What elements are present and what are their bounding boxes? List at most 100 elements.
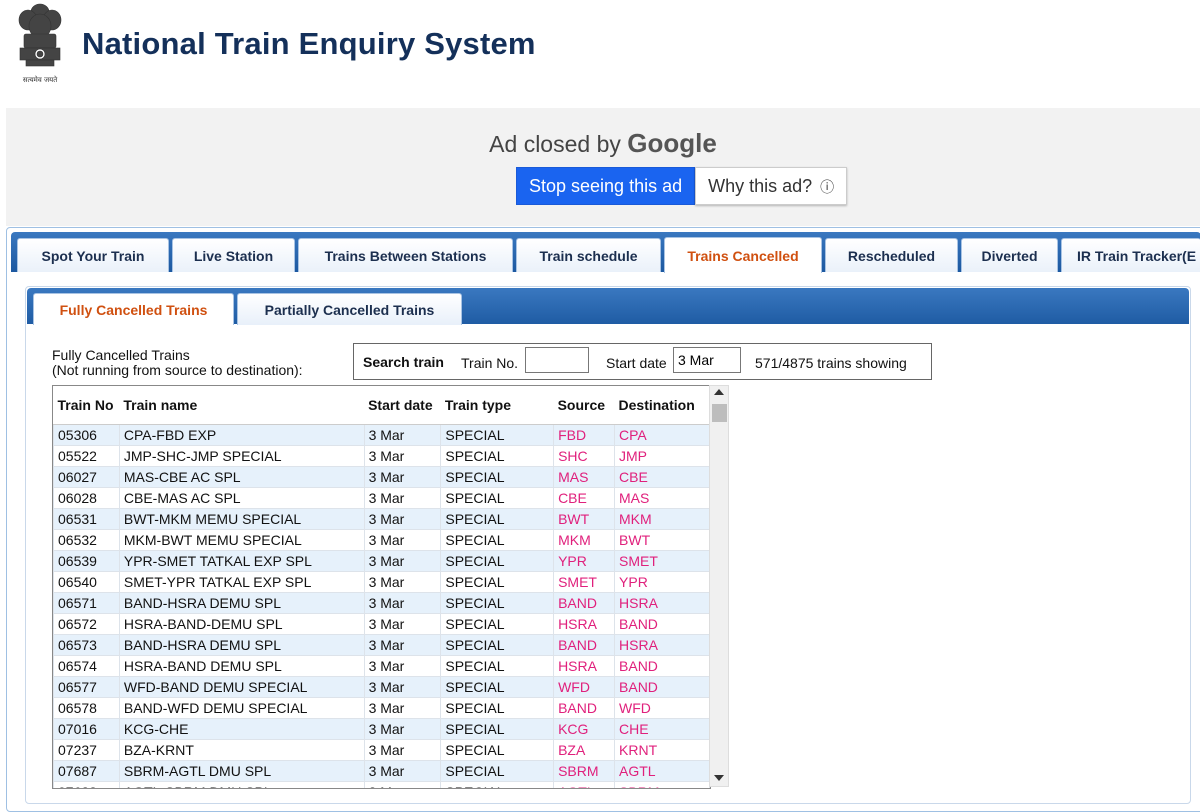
tab-fully-cancelled[interactable]: Fully Cancelled Trains (33, 293, 234, 325)
cell-source: KCG (553, 718, 616, 740)
cell-train-no: 06532 (53, 529, 120, 551)
table-row[interactable]: 06027 MAS-CBE AC SPL 3 Mar SPECIAL MAS CBE (53, 466, 710, 488)
why-this-ad-button[interactable]: Why this ad? ⓘ (695, 167, 848, 205)
stop-seeing-ad-button[interactable]: Stop seeing this ad (516, 167, 696, 205)
cell-start-date: 3 Mar (363, 634, 442, 656)
cell-destination: MKM (614, 508, 710, 530)
cell-train-type: SPECIAL (440, 718, 555, 740)
cell-train-type: SPECIAL (440, 676, 555, 698)
cell-destination: CPA (614, 424, 710, 446)
cell-start-date: 3 Mar (363, 718, 442, 740)
cell-train-type: SPECIAL (440, 760, 555, 782)
cell-source: SHC (553, 445, 616, 467)
table-row[interactable]: 07687 SBRM-AGTL DMU SPL 3 Mar SPECIAL SBRM AG… (53, 760, 710, 782)
cell-train-no: 07237 (53, 739, 120, 761)
cell-train-name: JMP-SHC-JMP SPECIAL (118, 445, 365, 467)
table-row[interactable]: 06573 BAND-HSRA DEMU SPL 3 Mar SPECIAL BAND H… (53, 634, 710, 656)
cell-train-no: 07016 (53, 718, 120, 740)
header-train-no[interactable]: Train No (53, 386, 120, 425)
cell-train-name: CBE-MAS AC SPL (118, 487, 365, 509)
cell-destination: BWT (614, 529, 710, 551)
info-icon: ⓘ (820, 179, 835, 195)
cell-start-date: 3 Mar (363, 592, 442, 614)
cell-train-name: KCG-CHE (118, 718, 365, 740)
cell-train-name: YPR-SMET TATKAL EXP SPL (118, 550, 365, 572)
cell-source: BZA (553, 739, 616, 761)
scroll-up-arrow-icon[interactable] (714, 389, 724, 395)
table-row[interactable]: 06571 BAND-HSRA DEMU SPL 3 Mar SPECIAL BAND H… (53, 592, 710, 614)
table-row[interactable]: 07237 BZA-KRNT 3 Mar SPECIAL BZA KRNT (53, 739, 710, 761)
header-train-name[interactable]: Train name (119, 386, 365, 425)
cell-train-no: 06574 (53, 655, 120, 677)
cancelled-trains-table: Train No Train name Start date Train typ… (53, 386, 710, 788)
table-row[interactable]: 06539 YPR-SMET TATKAL EXP SPL 3 Mar SPECIAL… (53, 550, 710, 572)
table-row[interactable]: 05522 JMP-SHC-JMP SPECIAL 3 Mar SPECIAL SHC J… (53, 445, 710, 467)
cell-train-name: MKM-BWT MEMU SPECIAL (118, 529, 365, 551)
train-no-input[interactable] (525, 347, 589, 373)
cell-train-no: 06539 (53, 550, 120, 572)
table-scrollbar[interactable] (709, 385, 729, 787)
table-row[interactable]: 06540 SMET-YPR TATKAL EXP SPL 3 Mar SPECIAL… (53, 571, 710, 593)
tab-ir-train-tracker[interactable]: IR Train Tracker(E (1061, 238, 1200, 272)
cell-source: MKM (553, 529, 616, 551)
tab-rescheduled[interactable]: Rescheduled (825, 238, 958, 272)
table-row[interactable]: 07016 KCG-CHE 3 Mar SPECIAL KCG CHE (53, 718, 710, 740)
cell-destination: KRNT (614, 739, 710, 761)
cell-start-date: 3 Mar (363, 529, 442, 551)
search-train-panel: Search train Train No. Start date 571/48… (353, 343, 932, 380)
table-row[interactable]: 06572 HSRA-BAND-DEMU SPL 3 Mar SPECIAL HSRA B… (53, 613, 710, 635)
tab-partially-cancelled[interactable]: Partially Cancelled Trains (237, 293, 462, 325)
table-row[interactable]: 06578 BAND-WFD DEMU SPECIAL 3 Mar SPECIAL BA… (53, 697, 710, 719)
scroll-down-arrow-icon[interactable] (714, 775, 724, 781)
tab-train-schedule[interactable]: Train schedule (516, 238, 661, 272)
tab-diverted[interactable]: Diverted (961, 238, 1058, 272)
cell-train-type: SPECIAL (440, 508, 555, 530)
start-date-input[interactable] (673, 347, 741, 373)
cell-start-date: 3 Mar (363, 676, 442, 698)
cell-train-type: SPECIAL (440, 571, 555, 593)
cell-source: BAND (553, 697, 616, 719)
header-destination[interactable]: Destination (614, 386, 710, 425)
ad-banner: Ad closed by Google Stop seeing this ad … (6, 108, 1200, 226)
cell-source: BWT (553, 508, 616, 530)
table-row[interactable]: 06577 WFD-BAND DEMU SPECIAL 3 Mar SPECIAL WF… (53, 676, 710, 698)
table-row[interactable]: 06028 CBE-MAS AC SPL 3 Mar SPECIAL CBE MAS (53, 487, 710, 509)
tab-spot-your-train[interactable]: Spot Your Train (17, 238, 169, 272)
cancelled-trains-table-container: Train No Train name Start date Train typ… (52, 385, 711, 789)
cell-start-date: 3 Mar (363, 781, 442, 788)
tab-trains-cancelled[interactable]: Trains Cancelled (664, 237, 822, 273)
cell-destination: BAND (614, 655, 710, 677)
header-train-type[interactable]: Train type (440, 386, 554, 425)
cell-train-type: SPECIAL (440, 781, 555, 788)
table-row[interactable]: 05306 CPA-FBD EXP 3 Mar SPECIAL FBD CPA (53, 424, 710, 446)
cell-train-name: AGTL-SBRM DMU SPL (118, 781, 365, 788)
main-tab-bar: Spot Your Train Live Station Trains Betw… (11, 232, 1200, 273)
table-row[interactable]: 06532 MKM-BWT MEMU SPECIAL 3 Mar SPECIAL MKM… (53, 529, 710, 551)
cell-train-no: 06578 (53, 697, 120, 719)
cell-train-no: 06577 (53, 676, 120, 698)
table-row[interactable]: 06574 HSRA-BAND DEMU SPL 3 Mar SPECIAL HSRA B… (53, 655, 710, 677)
description-line-1: Fully Cancelled Trains (52, 347, 190, 363)
cell-train-no: 06028 (53, 487, 120, 509)
cell-source: HSRA (553, 655, 616, 677)
site-header: सत्यमेव जयते National Train Enquiry Syst… (0, 0, 1200, 108)
cell-source: HSRA (553, 613, 616, 635)
header-source[interactable]: Source (553, 386, 615, 425)
cell-start-date: 3 Mar (363, 613, 442, 635)
header-start-date[interactable]: Start date (364, 386, 441, 425)
cell-train-name: BWT-MKM MEMU SPECIAL (118, 508, 365, 530)
scroll-thumb[interactable] (712, 404, 727, 422)
national-emblem-icon: सत्यमेव जयते (18, 3, 62, 84)
cell-source: FBD (553, 424, 616, 446)
cell-train-name: BZA-KRNT (118, 739, 365, 761)
table-row[interactable]: 07688AGTL-SBRM DMU SPL3 MarSPECIALAGTLSB… (53, 781, 710, 788)
table-row[interactable]: 06531 BWT-MKM MEMU SPECIAL 3 Mar SPECIAL BWT… (53, 508, 710, 530)
ad-closed-prefix: Ad closed by (489, 131, 621, 157)
tab-live-station[interactable]: Live Station (172, 238, 295, 272)
cell-train-no: 06571 (53, 592, 120, 614)
cell-destination: YPR (614, 571, 710, 593)
cell-destination: BAND (614, 676, 710, 698)
tab-trains-between-stations[interactable]: Trains Between Stations (298, 238, 513, 272)
cancelled-trains-panel: Fully Cancelled Trains Partially Cancell… (25, 286, 1191, 804)
cell-destination: JMP (614, 445, 710, 467)
